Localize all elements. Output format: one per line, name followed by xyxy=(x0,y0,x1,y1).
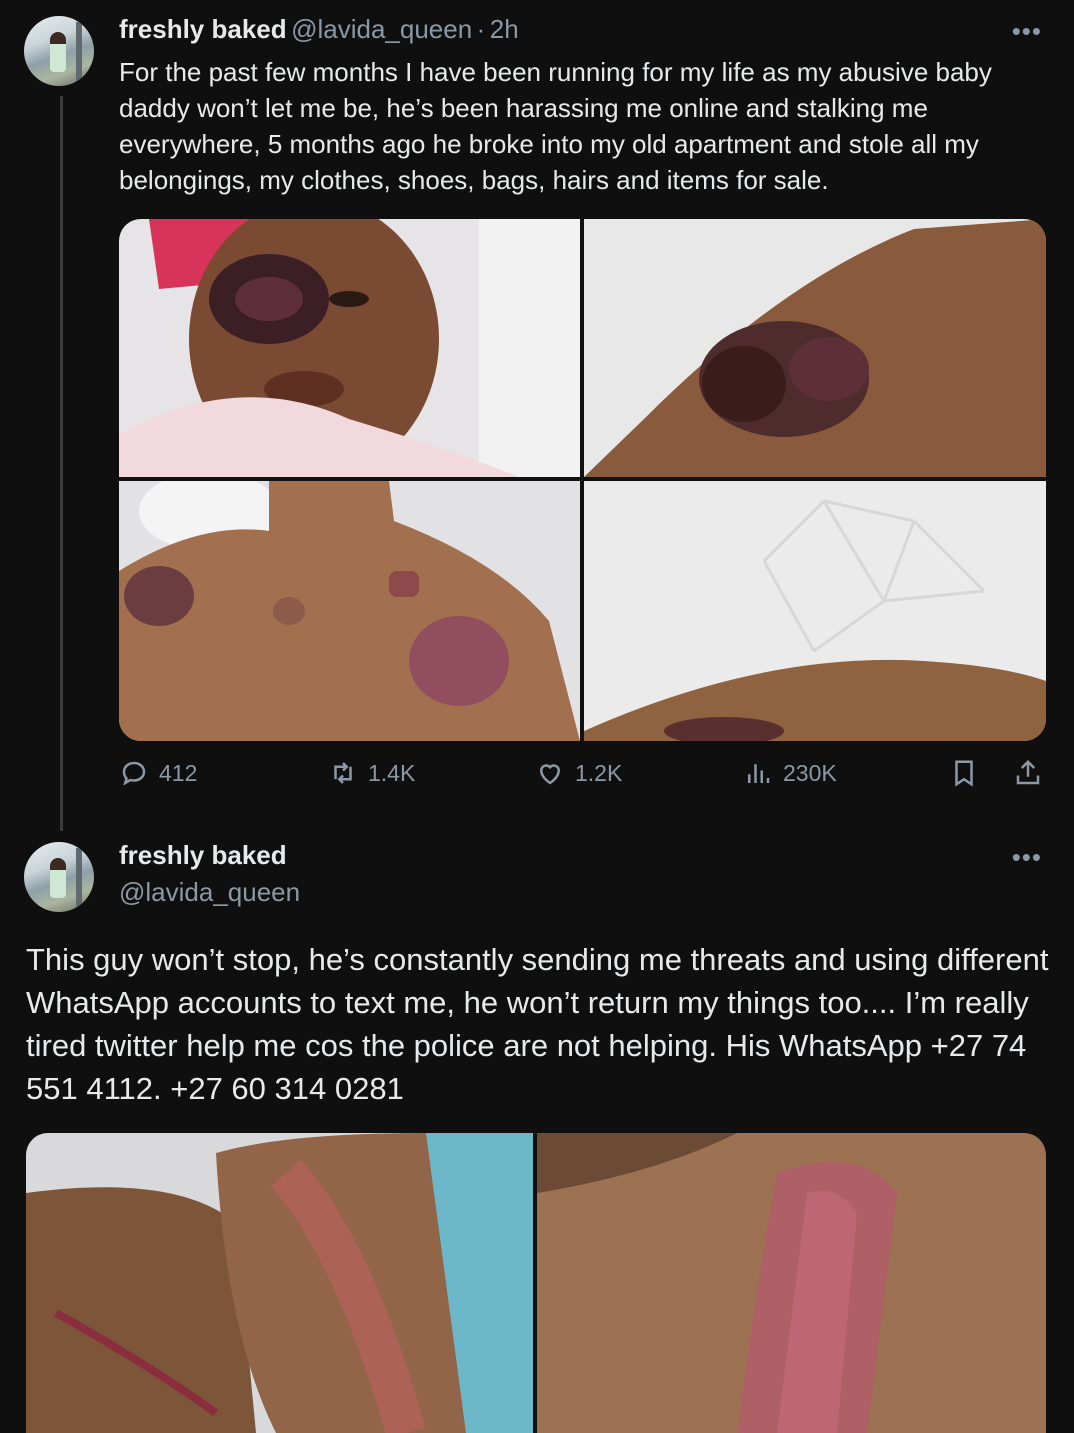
media-photo[interactable] xyxy=(119,219,580,477)
share-button[interactable] xyxy=(1013,758,1043,788)
tweet-actions-bar: 412 1.4K 1.2K 230K xyxy=(119,758,1049,804)
user-handle[interactable]: @lavida_queen xyxy=(119,877,300,908)
avatar[interactable] xyxy=(24,842,94,912)
bookmark-button[interactable] xyxy=(949,758,979,788)
display-name[interactable]: freshly baked xyxy=(119,840,287,871)
timestamp[interactable]: 2h xyxy=(490,14,519,44)
repost-count: 1.4K xyxy=(368,759,416,786)
more-options-icon[interactable]: ••• xyxy=(1012,16,1042,47)
like-button[interactable]: 1.2K xyxy=(535,758,622,788)
media-photo[interactable] xyxy=(537,1133,1046,1433)
repost-button[interactable]: 1.4K xyxy=(328,758,415,788)
tweet-text: This guy won’t stop, he’s constantly sen… xyxy=(26,942,1049,1106)
media-photo[interactable] xyxy=(584,219,1046,477)
media-photo[interactable] xyxy=(584,481,1046,741)
separator-dot: · xyxy=(476,14,486,44)
user-handle[interactable]: @lavida_queen xyxy=(291,14,472,44)
media-photo[interactable] xyxy=(26,1133,533,1433)
reply-button[interactable]: 412 xyxy=(119,758,197,788)
share-icon xyxy=(1016,759,1040,785)
tweet-header: freshly baked @lavida_queen · 2h xyxy=(119,14,519,45)
heart-icon xyxy=(539,764,561,785)
tweet-media-grid xyxy=(119,219,1046,741)
display-name[interactable]: freshly baked xyxy=(119,14,287,44)
reply-count: 412 xyxy=(159,759,198,786)
views-icon xyxy=(748,764,770,783)
views-button[interactable]: 230K xyxy=(743,758,837,788)
tweet-media-grid xyxy=(26,1133,1046,1433)
avatar[interactable] xyxy=(24,16,94,86)
more-options-icon[interactable]: ••• xyxy=(1012,842,1042,873)
views-count: 230K xyxy=(783,759,837,786)
tweet-text: For the past few months I have been runn… xyxy=(119,57,992,195)
bookmark-icon xyxy=(955,760,973,787)
media-photo[interactable] xyxy=(119,481,580,741)
repost-icon xyxy=(334,762,352,784)
reply-icon xyxy=(122,761,146,786)
thread-connector-line xyxy=(60,96,63,831)
like-count: 1.2K xyxy=(575,759,623,786)
